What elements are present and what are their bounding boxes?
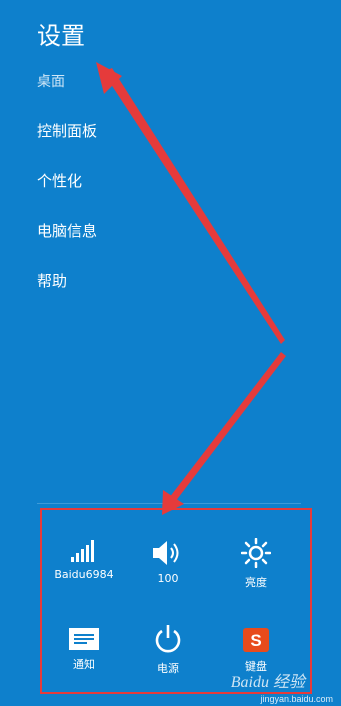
arrow-down-shaft — [169, 352, 286, 502]
tile-network[interactable]: Baidu6984 — [42, 540, 126, 581]
notifications-icon — [42, 628, 126, 650]
volume-icon — [126, 540, 210, 566]
quick-settings-tray: Baidu6984 100 亮度 通知 电源 S 键盘 — [40, 508, 312, 694]
tile-volume-label: 100 — [157, 572, 179, 585]
watermark-url: jingyan.baidu.com — [260, 694, 333, 704]
tile-notifications[interactable]: 通知 — [42, 628, 126, 672]
watermark-logo: Baidu 经验 — [230, 674, 305, 691]
tile-power-label: 电源 — [157, 662, 179, 675]
tile-network-label: Baidu6984 — [54, 568, 114, 581]
brightness-icon — [214, 538, 298, 568]
tile-brightness-label: 亮度 — [245, 576, 267, 589]
tile-power[interactable]: 电源 — [126, 624, 210, 676]
tile-notifications-label: 通知 — [73, 658, 95, 671]
wifi-signal-icon — [42, 540, 126, 562]
tile-volume[interactable]: 100 — [126, 540, 210, 585]
keyboard-ime-icon: S — [214, 628, 298, 652]
power-icon — [126, 624, 210, 654]
tile-brightness[interactable]: 亮度 — [214, 538, 298, 590]
arrow-up-shaft — [103, 68, 285, 344]
svg-text:S: S — [250, 631, 261, 650]
